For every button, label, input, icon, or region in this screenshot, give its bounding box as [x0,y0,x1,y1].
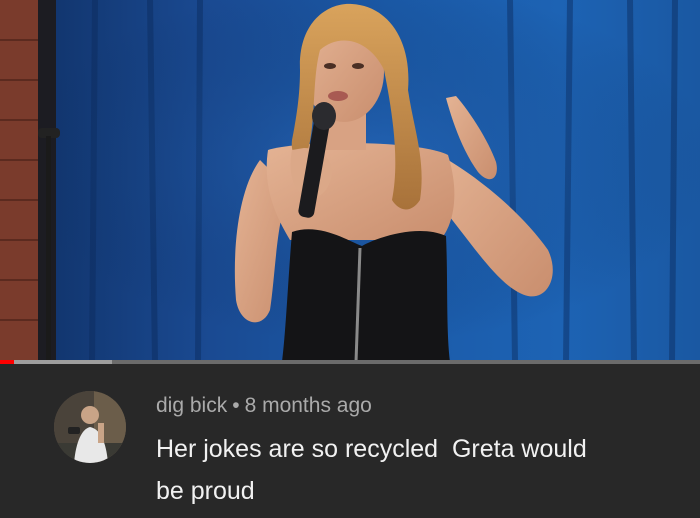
comment-meta: dig bick • 8 months ago [156,394,372,418]
app-frame: dig bick • 8 months ago Her jokes are so r… [0,0,700,518]
meta-separator: • [232,394,240,417]
video-player[interactable] [0,0,700,362]
comment-item: dig bick • 8 months ago Her jokes are so r… [0,364,700,518]
comment-text: Her jokes are so recycled Greta would be… [156,435,587,505]
avatar-photo-icon [54,391,126,463]
comment-author[interactable]: dig bick [156,394,227,417]
video-frame-image [0,0,700,362]
comment-timestamp[interactable]: 8 months ago [245,394,372,417]
avatar[interactable] [54,391,126,463]
